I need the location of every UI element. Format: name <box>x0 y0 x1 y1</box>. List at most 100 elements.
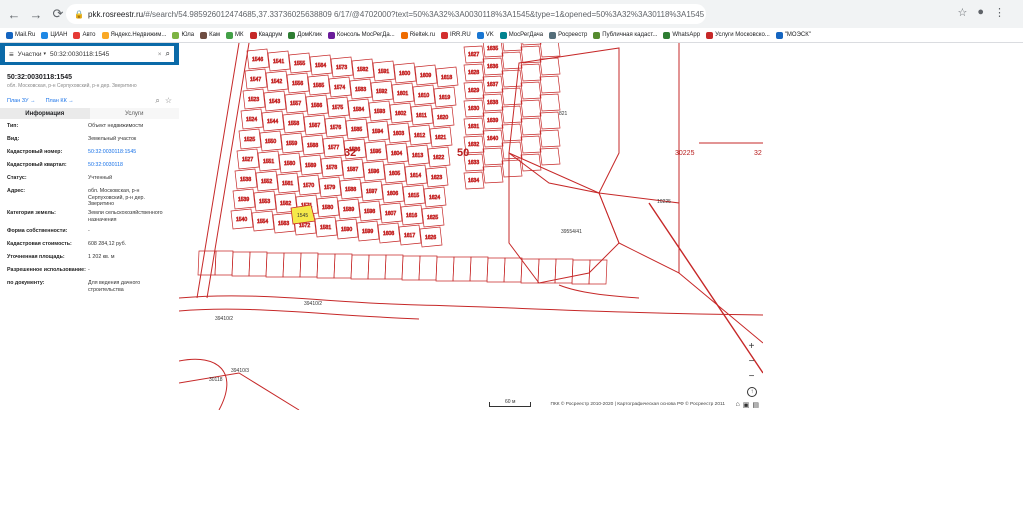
bookmark-item[interactable]: Rieltek.ru <box>400 31 435 39</box>
parcel[interactable] <box>501 105 523 124</box>
bookmark-item[interactable]: VK <box>476 31 494 39</box>
parcel[interactable] <box>539 111 561 130</box>
parcel[interactable] <box>539 129 561 148</box>
bookmark-item[interactable]: IRR.RU <box>441 31 471 39</box>
bookmark-icon <box>499 31 507 39</box>
parcel[interactable] <box>520 99 542 118</box>
info-value[interactable]: 50:32:0030118 <box>88 162 172 175</box>
forward-icon[interactable]: → <box>28 6 44 22</box>
plan-zu-link[interactable]: План ЗУ → <box>7 98 36 104</box>
parcel[interactable] <box>502 43 523 52</box>
parcel[interactable] <box>482 165 504 184</box>
search-type-select[interactable]: Участки ▾ <box>18 51 46 58</box>
parcel[interactable] <box>231 251 251 277</box>
parcel-label: 1622 <box>433 155 444 161</box>
parcel[interactable] <box>503 257 523 283</box>
parcel[interactable] <box>520 135 542 154</box>
plan-kk-link[interactable]: План КК → <box>46 98 74 104</box>
search-box[interactable]: ≡ Участки ▾ 50:32:0030118:1545 × ⌕ <box>5 46 174 62</box>
parcel[interactable] <box>571 259 591 285</box>
zoom-to-icon[interactable]: ⌕ <box>155 96 159 106</box>
clear-icon[interactable]: × <box>158 51 162 58</box>
tab-services[interactable]: Услуги <box>89 108 179 119</box>
bookmark-item[interactable]: Консоль МосРегДа... <box>327 31 395 39</box>
bookmark-item[interactable]: Юла <box>172 31 194 39</box>
parcel[interactable] <box>435 256 455 282</box>
parcel-label: 1582 <box>357 67 368 73</box>
print-icon[interactable]: ▤ <box>752 401 759 409</box>
search-input[interactable]: 50:32:0030118:1545 <box>50 51 154 58</box>
bookmark-item[interactable]: Кам <box>200 31 220 39</box>
layers-icon[interactable]: ▣ <box>743 401 750 409</box>
parcel[interactable] <box>214 250 234 276</box>
bookmark-item[interactable]: Росреестр <box>549 31 587 39</box>
parcel[interactable] <box>539 43 561 58</box>
cadastral-map[interactable]: 1546 1547 1523 1524 1525 1527 1538 1539 1540 1541… <box>179 43 763 410</box>
parcel[interactable] <box>197 250 217 276</box>
search-icon[interactable]: ⌕ <box>166 49 170 59</box>
zoom-in-button[interactable]: + <box>746 341 757 352</box>
map-canvas[interactable]: 1546 1547 1523 1524 1525 1527 1538 1539 1540 1541… <box>179 43 763 410</box>
parcel[interactable] <box>539 57 561 76</box>
zoom-out-button[interactable]: − <box>746 356 757 367</box>
parcel[interactable] <box>501 159 523 178</box>
parcel[interactable] <box>520 117 542 136</box>
parcel[interactable] <box>469 256 489 282</box>
bookmark-item[interactable]: Яндекс.Недвижим... <box>101 31 166 39</box>
parcel[interactable] <box>367 254 387 280</box>
parcel[interactable] <box>501 141 523 160</box>
profile-icon[interactable]: ● <box>977 6 984 19</box>
parcel[interactable] <box>316 253 336 279</box>
parcel[interactable] <box>333 253 353 279</box>
compass-icon[interactable]: ↑ <box>747 387 757 397</box>
bookmark-item[interactable]: Авто <box>73 31 96 39</box>
bookmark-item[interactable]: "МОЭСК" <box>775 31 811 39</box>
parcel[interactable] <box>418 255 438 281</box>
info-key: Кадастровая стоимость: <box>7 241 72 247</box>
zoom-reset-button[interactable]: − <box>746 371 757 382</box>
menu-icon[interactable]: ⋮ <box>994 6 1005 19</box>
parcel[interactable] <box>265 252 285 278</box>
parcel[interactable] <box>520 81 542 100</box>
parcel[interactable] <box>350 254 370 280</box>
parcel[interactable] <box>486 257 506 283</box>
info-value[interactable]: 50:32:0030118:1545 <box>88 149 172 162</box>
parcel-label: 1567 <box>309 123 320 129</box>
parcel[interactable] <box>452 256 472 282</box>
bookmark-item[interactable]: Mail.Ru <box>6 31 35 39</box>
parcel[interactable] <box>537 258 557 284</box>
bookmark-item[interactable]: МосРегДача <box>499 31 543 39</box>
parcel[interactable] <box>384 254 404 280</box>
bookmark-item[interactable]: ЦИАН <box>41 31 67 39</box>
info-tabs: Информация Услуги <box>0 108 179 119</box>
parcel[interactable] <box>539 93 561 112</box>
bookmark-item[interactable]: ДомКлик <box>288 31 322 39</box>
parcel[interactable] <box>299 252 319 278</box>
parcel-label: 1547 <box>250 77 261 83</box>
menu-icon[interactable]: ≡ <box>9 50 14 59</box>
parcel[interactable] <box>282 252 302 278</box>
parcel[interactable] <box>521 43 542 46</box>
home-icon[interactable]: ⌂ <box>736 401 740 409</box>
address-bar[interactable]: 🔒 pkk.rosreestr.ru /#/search/54.98592601… <box>66 4 706 24</box>
parcel[interactable] <box>501 87 523 106</box>
reload-icon[interactable]: ⟳ <box>50 6 66 22</box>
parcel[interactable] <box>539 75 561 94</box>
bookmark-item[interactable]: Услуги Московско... <box>706 31 770 39</box>
bookmark-item[interactable]: Публичная кадаст... <box>593 31 657 39</box>
bookmark-item[interactable]: WhatsApp <box>663 31 700 39</box>
parcel[interactable] <box>248 251 268 277</box>
star-icon[interactable]: ☆ <box>957 6 967 19</box>
parcel[interactable] <box>501 69 523 88</box>
boundary-line <box>558 284 640 299</box>
parcel[interactable] <box>539 147 561 166</box>
bookmark-item[interactable]: Квадрум <box>249 31 282 39</box>
parcel-label: 1527 <box>242 157 253 163</box>
bookmark-item[interactable]: МК <box>226 31 244 39</box>
favorite-icon[interactable]: ☆ <box>165 96 172 106</box>
back-icon[interactable]: ← <box>6 6 22 22</box>
parcel[interactable] <box>520 63 542 82</box>
parcel[interactable] <box>401 255 421 281</box>
tab-info[interactable]: Информация <box>0 108 90 119</box>
parcel[interactable] <box>482 147 504 166</box>
